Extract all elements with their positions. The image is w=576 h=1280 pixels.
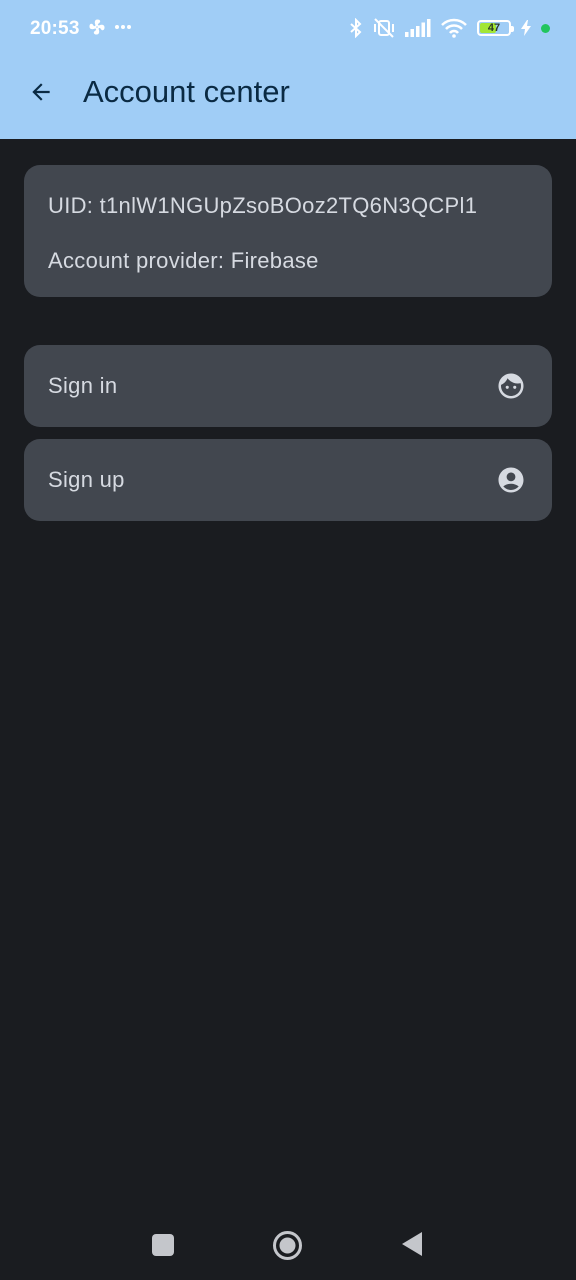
- sign-in-button[interactable]: Sign in: [24, 345, 552, 427]
- app-bar: Account center: [0, 60, 576, 126]
- account-info-card: UID: t1nlW1NGUpZsoBOoz2TQ6N3QCPl1 Accoun…: [24, 165, 552, 297]
- more-dots-icon: [114, 24, 132, 30]
- battery-level: 47: [487, 22, 501, 34]
- sign-in-label: Sign in: [48, 373, 118, 398]
- signal-icon: [405, 19, 431, 37]
- sign-up-button[interactable]: Sign up: [24, 439, 552, 521]
- bluetooth-icon: [349, 18, 363, 38]
- account-provider-text: Account provider: Firebase: [48, 248, 319, 273]
- status-right-icons: 47: [349, 18, 550, 38]
- nav-back-button[interactable]: [400, 1230, 424, 1258]
- status-bar: 20:53 47: [0, 0, 576, 58]
- vibrate-off-icon: [373, 18, 395, 38]
- account-circle-icon: [498, 467, 524, 493]
- home-button[interactable]: [272, 1230, 303, 1261]
- home-circle-icon: [273, 1231, 302, 1260]
- green-dot-icon: [541, 23, 550, 33]
- back-button[interactable]: [18, 69, 64, 115]
- system-nav-bar: [0, 1210, 576, 1280]
- sign-up-label: Sign up: [48, 467, 125, 492]
- status-left-icons: [88, 18, 132, 36]
- triangle-back-icon: [402, 1232, 422, 1256]
- uid-text: UID: t1nlW1NGUpZsoBOoz2TQ6N3QCPl1: [48, 193, 478, 218]
- wifi-icon: [441, 18, 467, 38]
- fan-icon: [88, 18, 106, 36]
- arrow-left-icon: [32, 83, 50, 101]
- recents-button[interactable]: [152, 1234, 174, 1256]
- page-title: Account center: [83, 74, 290, 109]
- battery-icon: 47: [477, 20, 514, 36]
- face-icon: [498, 373, 524, 399]
- charging-icon: [521, 20, 531, 36]
- status-time: 20:53: [30, 18, 80, 39]
- header: 20:53 47 Account center: [0, 0, 576, 139]
